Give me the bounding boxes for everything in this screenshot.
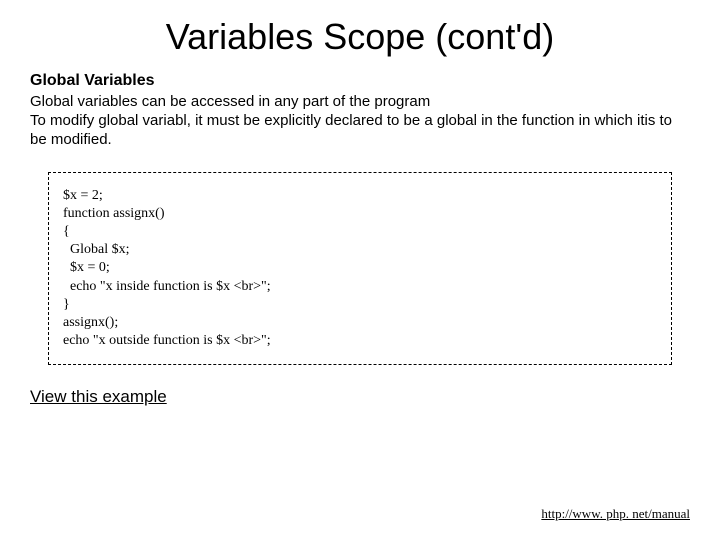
slide: Variables Scope (cont'd) Global Variable… <box>0 0 720 540</box>
view-example-link[interactable]: View this example <box>30 387 167 407</box>
slide-title: Variables Scope (cont'd) <box>30 16 690 58</box>
body-text: Global variables can be accessed in any … <box>30 92 690 150</box>
code-block: $x = 2; function assignx() { Global $x; … <box>48 172 672 366</box>
footer-manual-link[interactable]: http://www. php. net/manual <box>541 506 690 522</box>
section-heading: Global Variables <box>30 72 690 90</box>
